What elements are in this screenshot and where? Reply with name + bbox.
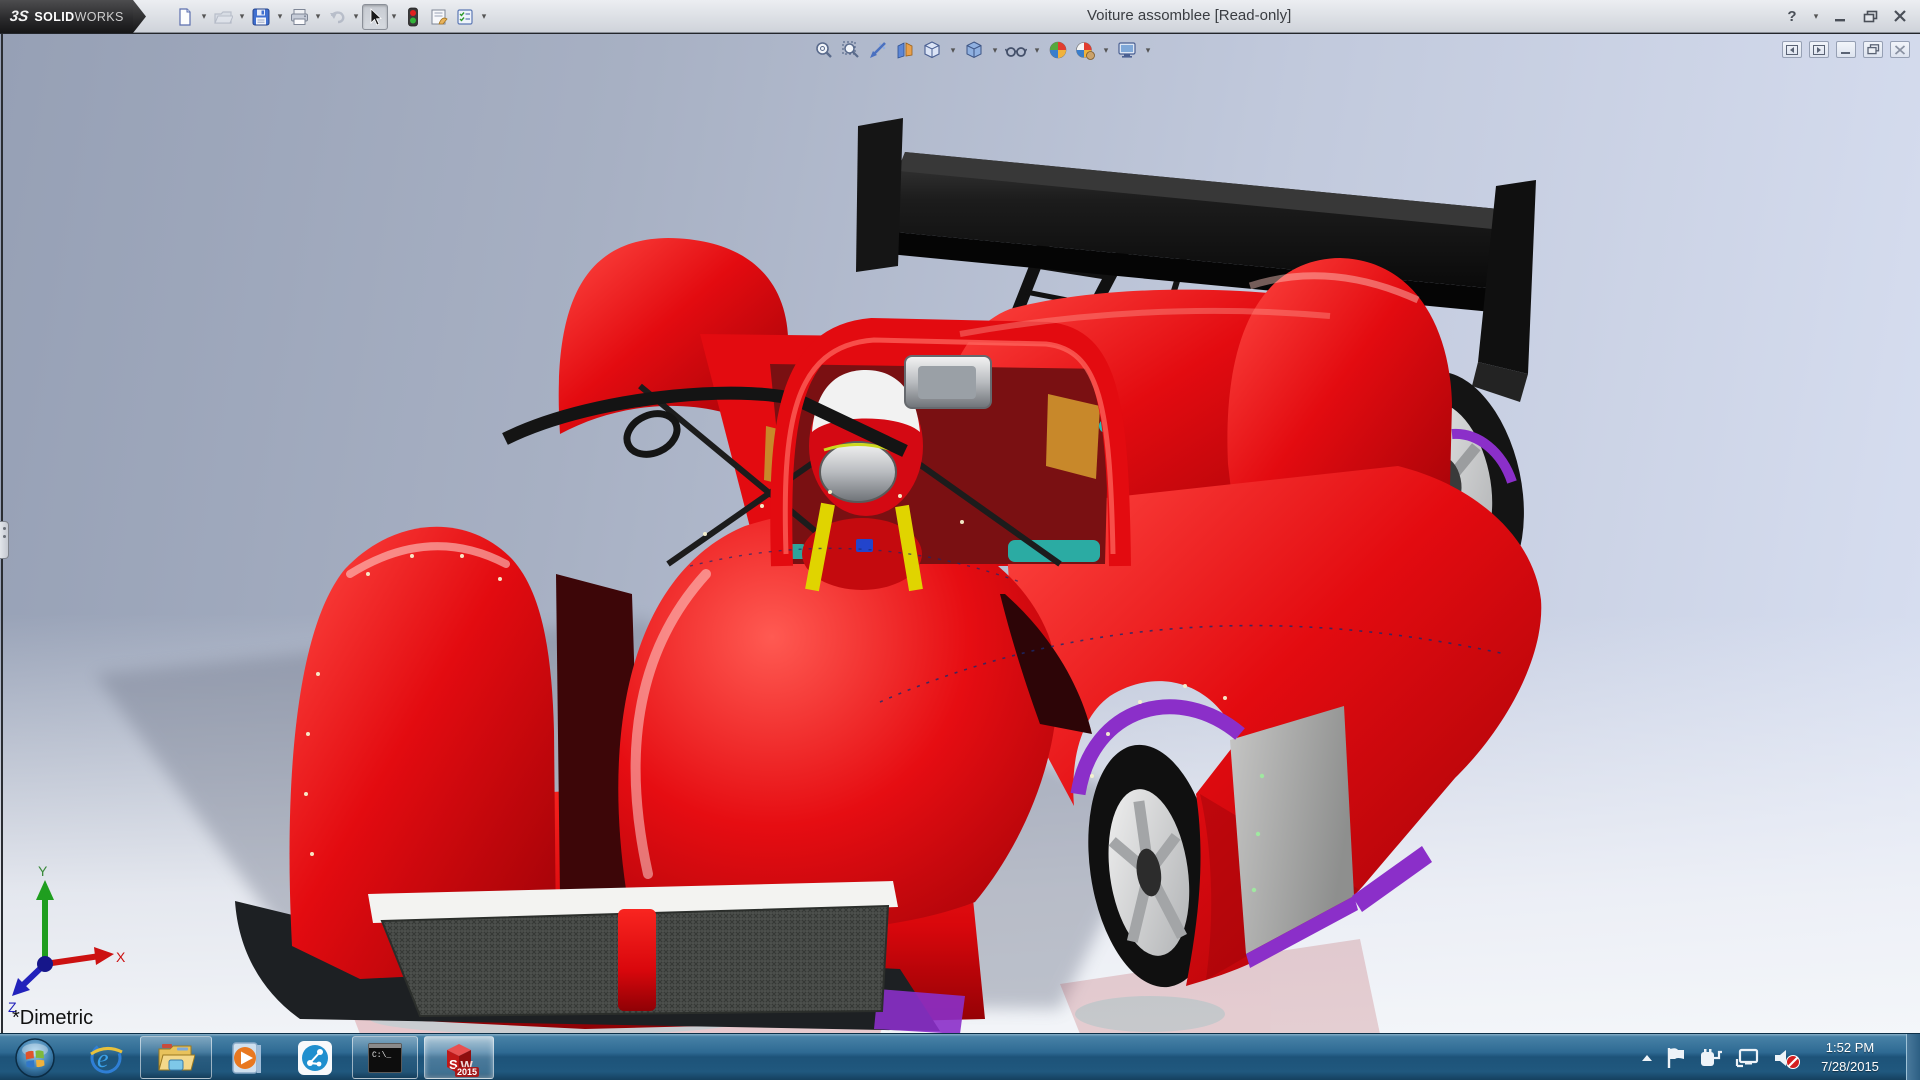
system-tray: [1640, 1034, 1802, 1080]
rebuild-button[interactable]: [400, 4, 426, 30]
windows-start-orb-icon: [14, 1037, 56, 1079]
open-caret-icon[interactable]: ▾: [236, 11, 248, 22]
reference-triad: Y X Z: [8, 863, 126, 1015]
clock-date: 7/28/2015: [1806, 1057, 1894, 1076]
network-icon[interactable]: [1735, 1046, 1761, 1070]
command-prompt-icon: C:\_: [368, 1043, 402, 1073]
help-caret-icon[interactable]: ▾: [1810, 11, 1822, 22]
save-floppy-icon: [252, 8, 270, 26]
taskbar-internet-explorer[interactable]: e: [80, 1036, 132, 1079]
options-checklist-icon: [456, 8, 475, 26]
solidworks-window: 3S SOLID WORKS ▾ ▾: [0, 0, 1920, 1080]
file-properties-icon: [430, 8, 449, 26]
taskbar-windows-explorer[interactable]: [140, 1036, 212, 1079]
internet-explorer-icon: e: [88, 1040, 124, 1076]
minimize-icon: [1833, 10, 1847, 22]
window-controls: ? ▾: [1780, 6, 1912, 26]
close-button[interactable]: [1888, 6, 1912, 26]
select-cursor-icon: [367, 8, 383, 26]
title-bar: 3S SOLID WORKS ▾ ▾: [0, 0, 1920, 33]
minimize-button[interactable]: [1828, 6, 1852, 26]
help-button[interactable]: ?: [1780, 6, 1804, 26]
undo-caret-icon[interactable]: ▾: [350, 11, 362, 22]
show-hidden-icons-button[interactable]: [1640, 1053, 1654, 1063]
show-desktop-button[interactable]: [1906, 1034, 1920, 1080]
action-center-flag-icon[interactable]: [1665, 1046, 1687, 1070]
options-caret-icon[interactable]: ▾: [478, 11, 490, 22]
taskbar-media-player[interactable]: [220, 1036, 272, 1079]
window-title: Voiture assomblee [Read-only]: [1087, 7, 1291, 24]
start-button[interactable]: [8, 1036, 62, 1079]
solidworks-year-label: 2015: [455, 1067, 479, 1077]
windows-taskbar: e: [0, 1033, 1920, 1080]
new-document-icon: [176, 8, 194, 26]
3ds-logo-icon: 3S: [9, 8, 30, 25]
taskbar-share-app[interactable]: [288, 1036, 342, 1079]
3d-model-race-car[interactable]: Y X Z: [0, 34, 1920, 1034]
file-properties-button[interactable]: [426, 4, 452, 30]
restore-button[interactable]: [1858, 6, 1882, 26]
options-button[interactable]: [452, 4, 478, 30]
save-button[interactable]: [248, 4, 274, 30]
clock-time: 1:52 PM: [1806, 1038, 1894, 1057]
printer-icon: [290, 8, 309, 26]
taskbar-command-prompt[interactable]: C:\_: [352, 1036, 418, 1079]
open-button[interactable]: [210, 4, 236, 30]
media-player-icon: [229, 1040, 263, 1076]
solidworks-2015-icon: S W 2015: [441, 1040, 477, 1076]
new-caret-icon[interactable]: ▾: [198, 11, 210, 22]
open-folder-icon: [214, 8, 233, 26]
print-button[interactable]: [286, 4, 312, 30]
windows-explorer-icon: [157, 1041, 195, 1075]
svg-text:Y: Y: [38, 863, 48, 879]
undo-button[interactable]: [324, 4, 350, 30]
taskbar-clock[interactable]: 1:52 PM 7/28/2015: [1806, 1038, 1894, 1076]
solidworks-logo[interactable]: 3S SOLID WORKS: [0, 0, 133, 33]
brand-works: WORKS: [75, 10, 124, 24]
print-caret-icon[interactable]: ▾: [312, 11, 324, 22]
save-caret-icon[interactable]: ▾: [274, 11, 286, 22]
rear-view-mirror: [905, 356, 991, 408]
close-icon: [1893, 10, 1907, 22]
menu-flyout-arrow[interactable]: [133, 0, 146, 33]
svg-text:X: X: [116, 949, 126, 965]
traffic-light-icon: [407, 7, 419, 27]
taskbar-solidworks[interactable]: S W 2015: [424, 1036, 494, 1079]
power-plug-icon[interactable]: [1698, 1046, 1724, 1070]
restore-icon: [1863, 10, 1878, 23]
volume-muted-icon[interactable]: [1772, 1045, 1802, 1071]
select-caret-icon[interactable]: ▾: [388, 11, 400, 22]
brand-solid: SOLID: [34, 10, 74, 24]
undo-arrow-icon: [328, 8, 347, 26]
select-tool-button[interactable]: [362, 4, 388, 30]
new-document-button[interactable]: [172, 4, 198, 30]
share-app-icon: [297, 1040, 333, 1076]
view-orientation-label: *Dimetric: [12, 1007, 93, 1030]
graphics-viewport[interactable]: ▾ ▾ ▾: [0, 33, 1920, 1033]
front-grille: [368, 881, 898, 1016]
quick-access-toolbar: ▾ ▾ ▾: [172, 3, 490, 30]
